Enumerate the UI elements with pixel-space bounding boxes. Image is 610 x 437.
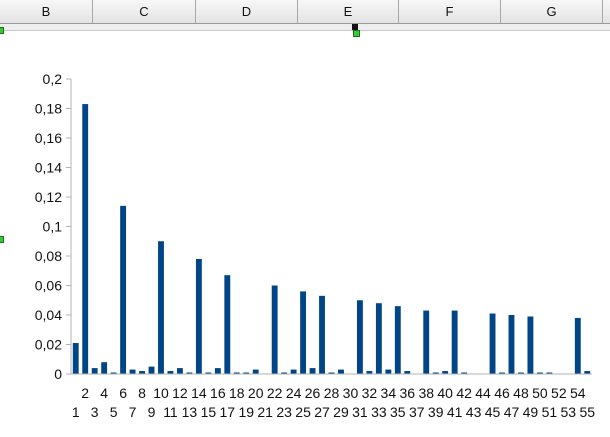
x-tick-label: 41 — [447, 404, 463, 420]
bar-41 — [451, 310, 458, 374]
bar-27 — [319, 295, 325, 374]
bar-4 — [101, 362, 108, 374]
y-tick-label: 0,16 — [35, 130, 62, 146]
x-tick-label: 14 — [191, 385, 207, 401]
x-tick-label: 38 — [418, 385, 434, 401]
x-tick-label: 2 — [81, 385, 89, 401]
x-tick-label: 49 — [523, 404, 539, 420]
bar-1 — [72, 343, 79, 374]
x-tick-label: 19 — [238, 404, 254, 420]
x-tick-label: 6 — [119, 385, 127, 401]
x-tick-label: 48 — [513, 385, 529, 401]
x-tick-label: 8 — [138, 385, 146, 401]
bar-33 — [375, 303, 382, 374]
x-tick-label: 13 — [182, 404, 198, 420]
y-tick-label: 0,2 — [43, 71, 63, 87]
bar-2 — [82, 104, 89, 374]
y-tick-label: 0 — [54, 366, 62, 382]
x-tick-label: 12 — [172, 385, 188, 401]
y-tick-label: 0,14 — [35, 160, 62, 176]
x-tick-label: 10 — [153, 385, 169, 401]
x-tick-label: 37 — [409, 404, 425, 420]
x-tick-label: 44 — [475, 385, 491, 401]
bar-series — [72, 104, 591, 374]
bar-3 — [91, 368, 98, 374]
x-tick-label: 11 — [163, 404, 178, 420]
x-tick-label: 55 — [579, 404, 595, 420]
bar-54 — [574, 317, 581, 374]
x-tick-label: 43 — [466, 404, 482, 420]
x-tick-label: 35 — [390, 404, 406, 420]
x-tick-label: 34 — [381, 385, 397, 401]
x-tick-label: 36 — [399, 385, 415, 401]
x-tick-label: 33 — [371, 404, 387, 420]
bar-26 — [309, 368, 316, 374]
x-tick-label: 25 — [295, 404, 311, 420]
x-tick-label: 26 — [305, 385, 321, 401]
x-tick-label: 53 — [561, 404, 577, 420]
bar-chart[interactable]: 00,020,040,060,080,10,120,140,160,180,2 … — [0, 0, 610, 437]
x-tick-label: 5 — [110, 404, 118, 420]
bar-20 — [252, 369, 259, 374]
x-tick-label: 7 — [129, 404, 137, 420]
bar-10 — [158, 241, 164, 374]
y-tick-label: 0,18 — [35, 101, 62, 117]
y-axis: 0 0,02 0,04 0,06 0,08 0,1 0,12 0,14 0,16 0,18 0,2 — [35, 71, 72, 382]
x-tick-label: 39 — [428, 404, 444, 420]
x-tick-label: 22 — [267, 385, 283, 401]
bar-45 — [489, 313, 496, 374]
bar-31 — [356, 300, 363, 374]
x-tick-label: 45 — [485, 404, 501, 420]
bar-17 — [224, 275, 231, 374]
x-tick-label: 50 — [532, 385, 548, 401]
bar-24 — [290, 369, 297, 374]
bar-7 — [129, 369, 136, 374]
bar-34 — [385, 369, 392, 374]
bar-35 — [394, 306, 401, 374]
y-tick-label: 0,12 — [35, 189, 62, 205]
y-tick-label: 0,06 — [35, 278, 62, 294]
x-tick-label: 24 — [286, 385, 302, 401]
x-tick-label: 31 — [352, 404, 368, 420]
x-tick-label: 47 — [504, 404, 520, 420]
x-tick-label: 28 — [324, 385, 340, 401]
bar-12 — [176, 368, 183, 374]
x-tick-label: 42 — [456, 385, 472, 401]
x-tick-label: 46 — [494, 385, 510, 401]
bar-49 — [527, 316, 534, 374]
x-tick-label: 4 — [100, 385, 108, 401]
x-tick-label: 40 — [437, 385, 453, 401]
x-tick-label: 29 — [333, 404, 349, 420]
y-tick-label: 0,04 — [35, 307, 62, 323]
bar-22 — [271, 285, 278, 374]
y-tick-label: 0,02 — [35, 337, 62, 353]
x-tick-label: 30 — [343, 385, 359, 401]
x-tick-label: 32 — [362, 385, 378, 401]
bar-47 — [508, 315, 515, 374]
y-tick-label: 0,08 — [35, 248, 62, 264]
x-axis: 1234567891011121314151617181920212223242… — [71, 373, 595, 420]
x-tick-label: 17 — [220, 404, 236, 420]
x-tick-label: 27 — [314, 404, 330, 420]
x-tick-label: 51 — [542, 404, 558, 420]
bar-6 — [120, 205, 127, 374]
bar-38 — [423, 310, 430, 374]
x-tick-label: 20 — [248, 385, 264, 401]
bar-16 — [214, 368, 221, 374]
bar-29 — [338, 369, 344, 374]
x-tick-label: 23 — [276, 404, 292, 420]
bar-9 — [148, 366, 155, 374]
x-tick-label: 52 — [551, 385, 567, 401]
bar-14 — [195, 258, 202, 374]
x-tick-label: 54 — [570, 385, 586, 401]
x-tick-label: 1 — [72, 404, 80, 420]
x-tick-label: 21 — [257, 404, 273, 420]
x-tick-label: 15 — [201, 404, 217, 420]
x-tick-label: 9 — [148, 404, 156, 420]
bar-25 — [300, 291, 307, 374]
x-tick-label: 16 — [210, 385, 226, 401]
x-tick-label: 3 — [91, 404, 99, 420]
y-tick-label: 0,1 — [43, 219, 63, 235]
x-tick-label: 18 — [229, 385, 245, 401]
